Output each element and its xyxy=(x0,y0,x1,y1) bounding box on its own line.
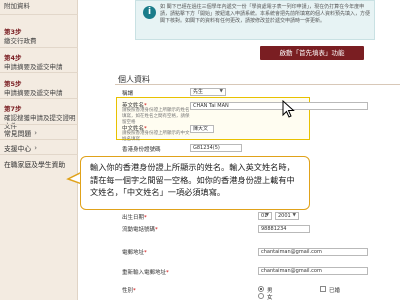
title-label: 稱謂 xyxy=(122,91,134,97)
chevron-down-icon: ▼ xyxy=(292,213,296,218)
hkid-input[interactable]: G81234(5) xyxy=(190,144,242,152)
step-label: 申請摘要及遞交申請 xyxy=(4,88,63,97)
sidebar-link-family-student-aid[interactable]: 在職家庭及學生資助 xyxy=(4,159,65,169)
divider xyxy=(0,139,78,140)
step-number: 第7步 xyxy=(4,105,22,113)
email-label: 電郵地址* xyxy=(122,250,147,256)
gender-label: 性別* xyxy=(122,288,136,294)
mobile-phone-label: 流動電話號碼* xyxy=(122,227,158,233)
chevron-down-icon: ▼ xyxy=(265,213,269,218)
sidebar-link-label: 支援中心 xyxy=(4,145,32,153)
sidebar-link-label: 常見問題 xyxy=(4,130,32,138)
gender-female-radio[interactable] xyxy=(258,293,264,299)
step-number: 第3步 xyxy=(4,28,22,36)
info-text: 如 閣下已經在過往三個學年內遞交一份「學資處電子表一列印申請」，現在仍打算在今年… xyxy=(160,4,371,24)
email-input[interactable]: chantaiman@gmail.com xyxy=(258,248,368,256)
divider xyxy=(0,154,78,155)
sidebar-item-step-3[interactable]: 第3步 繳交行政費 xyxy=(4,28,37,45)
chinese-name-input[interactable]: 陳大文 xyxy=(190,125,214,133)
sidebar-item-additional-info[interactable]: 附加資料 xyxy=(4,2,30,11)
english-name-input[interactable]: CHAN Tai MAN xyxy=(190,102,368,110)
gender-female-label: 女 xyxy=(267,295,273,300)
reenter-email-input[interactable]: chantaiman@gmail.com xyxy=(258,267,368,275)
divider xyxy=(0,98,78,99)
divider xyxy=(0,124,78,125)
tooltip-text: 輸入你的香港身份證上所顯示的姓名。輸入英文姓名時，請在每一個字之間留一空格。如你… xyxy=(90,162,295,197)
sidebar-item-step-4[interactable]: 第4步 申請摘要及遞交申請 xyxy=(4,54,63,71)
step-number: 第5步 xyxy=(4,80,22,88)
reenter-email-label: 重新輸入電郵地址* xyxy=(122,270,169,276)
sidebar-link-label: 在職家庭及學生資助 xyxy=(4,161,66,169)
hkid-label: 香港身份證號碼 xyxy=(122,147,161,153)
divider xyxy=(115,84,400,85)
dob-day-select[interactable]: 01 ▼ xyxy=(258,212,272,220)
sidebar-link-faq[interactable]: 常見問題 › xyxy=(4,128,37,138)
help-tooltip: 輸入你的香港身份證上所顯示的姓名。輸入英文姓名時，請在每一個字之間留一空格。如你… xyxy=(80,156,310,210)
sidebar-link-support[interactable]: 支援中心 › xyxy=(4,143,37,153)
start-form-button[interactable]: 啟動「首先填表」功能 xyxy=(260,46,364,60)
step-label: 繳交行政費 xyxy=(4,36,37,45)
divider xyxy=(0,14,78,15)
gender-male-radio[interactable] xyxy=(258,286,264,292)
chevron-right-icon: › xyxy=(34,129,37,137)
step-number: 第4步 xyxy=(4,54,22,62)
title-select[interactable]: 先生 ▼ xyxy=(190,88,226,96)
mouse-cursor-icon xyxy=(282,100,295,118)
sidebar-item-step-5[interactable]: 第5步 申請摘要及遞交申請 xyxy=(4,80,63,97)
dob-year-select[interactable]: 2001 ▼ xyxy=(275,212,299,220)
married-checkbox[interactable] xyxy=(320,286,326,292)
step-label: 申請摘要及遞交申請 xyxy=(4,62,63,71)
dob-field-label: 出生日期* xyxy=(122,215,147,221)
divider xyxy=(0,47,78,48)
chevron-right-icon: › xyxy=(34,144,37,152)
sidebar-item-step-7[interactable]: 第7步 確認搜獲申請及提交證明文件 xyxy=(4,105,77,131)
info-icon: i xyxy=(143,6,156,19)
married-label: 已婚 xyxy=(329,288,341,294)
sidebar: 附加資料 第3步 繳交行政費 第4步 申請摘要及遞交申請 第5步 申請摘要及遞交… xyxy=(0,0,78,300)
chinese-name-hint: 請按照香港身份證上所顯示的中文姓名填寫 xyxy=(122,131,190,142)
mobile-phone-input[interactable]: 98881234 xyxy=(258,225,310,233)
chevron-down-icon: ▼ xyxy=(219,89,223,94)
sidebar-item-label: 附加資料 xyxy=(4,2,30,10)
divider xyxy=(0,72,78,73)
